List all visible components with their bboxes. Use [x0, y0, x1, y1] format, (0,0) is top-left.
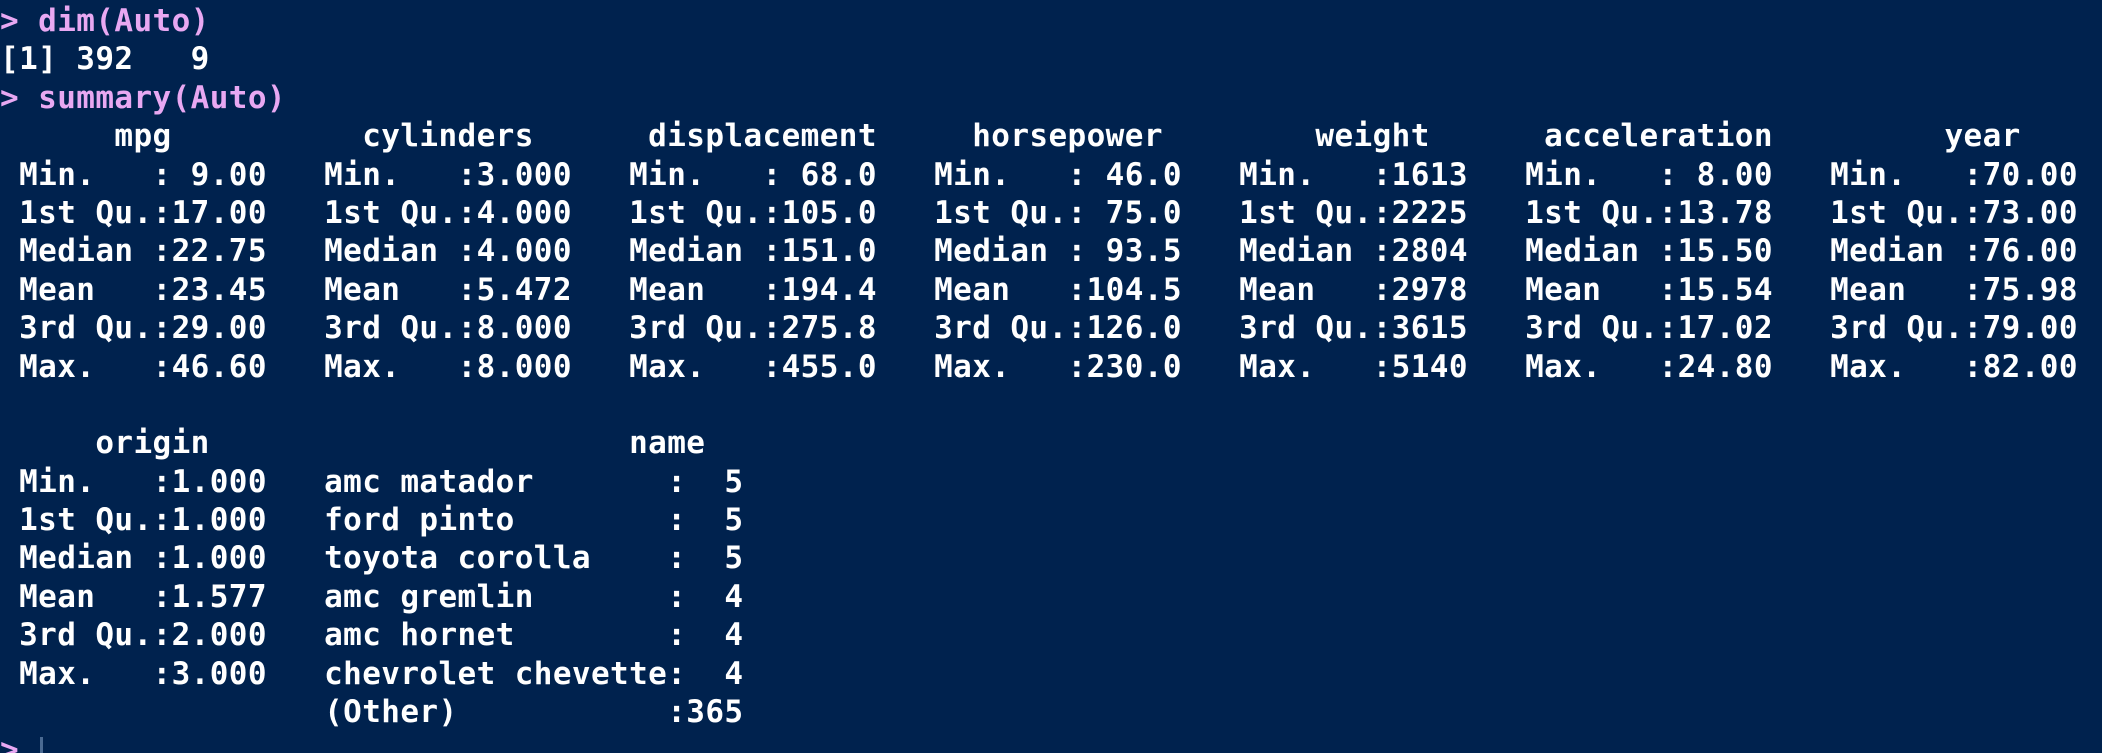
output-line-dim-result: [1] 392 9: [0, 41, 210, 78]
summary2-row-mean: Mean :1.577 amc gremlin : 4: [0, 578, 782, 615]
command-line-dim: > dim(Auto): [0, 3, 210, 39]
r-console[interactable]: > dim(Auto) [1] 392 9 > summary(Auto) mp…: [0, 0, 2102, 753]
summary-row-median: Median :22.75 Median :4.000 Median :151.…: [0, 233, 2102, 270]
summary-header-row-1: mpg cylinders displacement horsepower we…: [0, 118, 2097, 155]
summary-row-max: Max. :46.60 Max. :8.000 Max. :455.0 Max.…: [0, 348, 2102, 385]
summary-header-row-2: origin name: [0, 425, 782, 462]
summary-row-3rd-qu: 3rd Qu.:29.00 3rd Qu.:8.000 3rd Qu.:275.…: [0, 310, 2102, 347]
summary2-row-3rd-qu: 3rd Qu.:2.000 amc hornet : 4: [0, 617, 782, 654]
console-input-line[interactable]: >: [0, 731, 2102, 753]
summary2-row-1st-qu: 1st Qu.:1.000 ford pinto : 5: [0, 502, 782, 539]
summary2-row-median: Median :1.000 toyota corolla : 5: [0, 540, 782, 577]
summary-row-min: Min. : 9.00 Min. :3.000 Min. : 68.0 Min.…: [0, 156, 2102, 193]
command-line-summary: > summary(Auto): [0, 79, 286, 116]
summary2-row-max: Max. :3.000 chevrolet chevette: 4: [0, 655, 782, 692]
prompt-symbol: >: [0, 732, 20, 753]
text-cursor: [40, 736, 44, 753]
summary2-row-min: Min. :1.000 amc matador : 5: [0, 463, 782, 500]
summary-row-1st-qu: 1st Qu.:17.00 1st Qu.:4.000 1st Qu.:105.…: [0, 194, 2102, 231]
summary-row-mean: Mean :23.45 Mean :5.472 Mean :194.4 Mean…: [0, 271, 2102, 308]
summary2-row-other: (Other) :365: [0, 694, 782, 731]
